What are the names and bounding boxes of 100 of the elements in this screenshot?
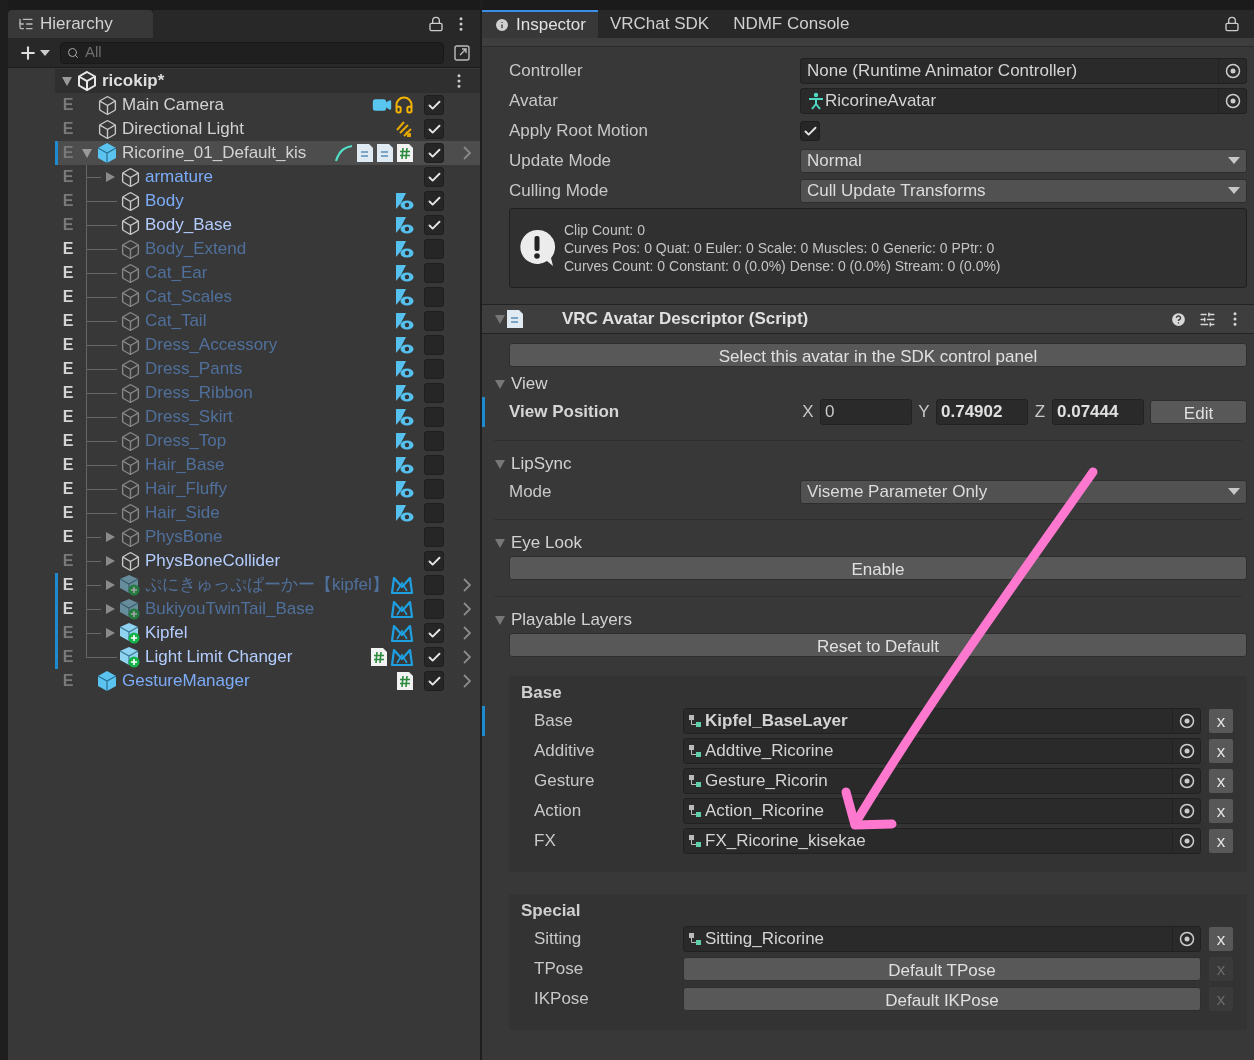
active-checkbox[interactable] [424,527,444,547]
script-icon [396,671,414,691]
clear-button[interactable]: x [1209,799,1233,823]
active-checkbox[interactable] [424,191,444,211]
editor-only-mark: E [62,383,74,403]
cube-plus-icon [119,646,141,668]
active-checkbox[interactable] [424,599,444,619]
expanded-arrow-icon[interactable] [61,75,73,87]
lock-icon[interactable] [428,16,444,32]
object-field[interactable]: None (Runtime Animator Controller) [800,58,1247,84]
editor-only-mark: E [62,215,74,235]
lock-icon[interactable] [1224,16,1240,32]
section-header[interactable]: Eye Look [482,530,1254,556]
active-checkbox[interactable] [424,647,444,667]
active-checkbox[interactable] [424,575,444,595]
active-checkbox[interactable] [424,239,444,259]
layer-label: Base [534,710,574,733]
active-checkbox[interactable] [424,479,444,499]
dropdown[interactable]: Normal [800,149,1247,173]
m-shape-icon [390,647,414,667]
collapsed-arrow-icon[interactable] [104,603,116,615]
section-header[interactable]: View [482,371,1254,397]
object-name: Body_Extend [145,238,248,261]
clear-button[interactable]: x [1209,739,1233,763]
active-checkbox[interactable] [424,551,444,571]
expanded-arrow-icon[interactable] [494,614,506,626]
caret-icon [1228,187,1240,195]
dropdown[interactable]: Viseme Parameter Only [800,480,1247,504]
chevron-right-icon[interactable] [463,602,471,616]
active-checkbox[interactable] [424,119,444,139]
object-field[interactable]: RicorineAvatar [800,88,1247,114]
edit-button[interactable]: Edit [1150,400,1247,424]
clear-button[interactable]: x [1209,769,1233,793]
default-button[interactable]: Default TPose [683,957,1201,981]
number-field[interactable]: 0.07444 [1052,399,1144,425]
active-checkbox[interactable] [424,311,444,331]
collapsed-arrow-icon[interactable] [104,579,116,591]
hierarchy-tab[interactable]: Hierarchy [8,10,153,38]
active-checkbox[interactable] [424,503,444,523]
object-field[interactable]: Kipfel_BaseLayer [683,708,1201,734]
settings-icon[interactable] [1199,310,1216,328]
inspector-tab[interactable]: VRChat SDK [597,10,722,38]
section-header[interactable]: LipSync [482,451,1254,477]
component-title: VRC Avatar Descriptor (Script) [562,308,810,331]
expanded-arrow-icon[interactable] [494,537,506,549]
number-field[interactable]: 0.74902 [936,399,1028,425]
active-checkbox[interactable] [424,407,444,427]
chevron-right-icon[interactable] [463,146,471,160]
number-field[interactable]: 0 [820,399,912,425]
chevron-right-icon[interactable] [463,626,471,640]
window-search-icon[interactable] [452,42,472,63]
expanded-arrow-icon[interactable] [494,378,506,390]
object-field[interactable]: FX_Ricorine_kisekae [683,828,1201,854]
chevron-right-icon[interactable] [463,650,471,664]
collapsed-arrow-icon[interactable] [104,531,116,543]
chevron-right-icon[interactable] [463,578,471,592]
clear-button[interactable]: x [1209,709,1233,733]
active-checkbox[interactable] [424,359,444,379]
active-checkbox[interactable] [424,143,444,163]
inspector-tab[interactable]: NDMF Console [721,10,862,38]
collapsed-arrow-icon[interactable] [104,627,116,639]
cube-icon [119,358,141,380]
active-checkbox[interactable] [424,263,444,283]
mesh-eye-icon [394,479,414,499]
default-button[interactable]: Default IKPose [683,987,1201,1011]
active-checkbox[interactable] [424,431,444,451]
object-field[interactable]: Gesture_Ricorin [683,768,1201,794]
mesh-eye-icon [394,287,414,307]
inspector-tab[interactable]: Inspector [482,10,598,38]
active-checkbox[interactable] [424,215,444,235]
m-shape-icon [390,623,414,643]
sdk-panel-button[interactable]: Select this avatar in the SDK control panel [509,343,1247,367]
reset-button[interactable]: Reset to Default [509,633,1247,657]
active-checkbox[interactable] [424,623,444,643]
help-icon[interactable] [1170,310,1187,328]
checkbox[interactable] [800,121,820,141]
chevron-right-icon[interactable] [463,674,471,688]
active-checkbox[interactable] [424,383,444,403]
collapsed-arrow-icon[interactable] [104,555,116,567]
object-field[interactable]: Sitting_Ricorine [683,926,1201,952]
clear-button[interactable]: x [1209,829,1233,853]
clear-button[interactable]: x [1209,927,1233,951]
active-checkbox[interactable] [424,335,444,355]
object-field[interactable]: Addtive_Ricorine [683,738,1201,764]
expanded-arrow-icon[interactable] [494,313,506,325]
active-checkbox[interactable] [424,95,444,115]
curve-icon [334,143,354,163]
enable-button[interactable]: Enable [509,556,1247,580]
section-header[interactable]: Playable Layers [482,607,1254,633]
active-checkbox[interactable] [424,287,444,307]
active-checkbox[interactable] [424,167,444,187]
collapsed-arrow-icon[interactable] [104,171,116,183]
scene-row[interactable]: ricokip* [55,69,480,93]
dropdown[interactable]: Cull Update Transforms [800,179,1247,203]
expanded-arrow-icon[interactable] [494,458,506,470]
object-field[interactable]: Action_Ricorine [683,798,1201,824]
expanded-arrow-icon[interactable] [81,147,93,159]
active-checkbox[interactable] [424,455,444,475]
active-checkbox[interactable] [424,671,444,691]
object-name: Main Camera [122,94,226,117]
